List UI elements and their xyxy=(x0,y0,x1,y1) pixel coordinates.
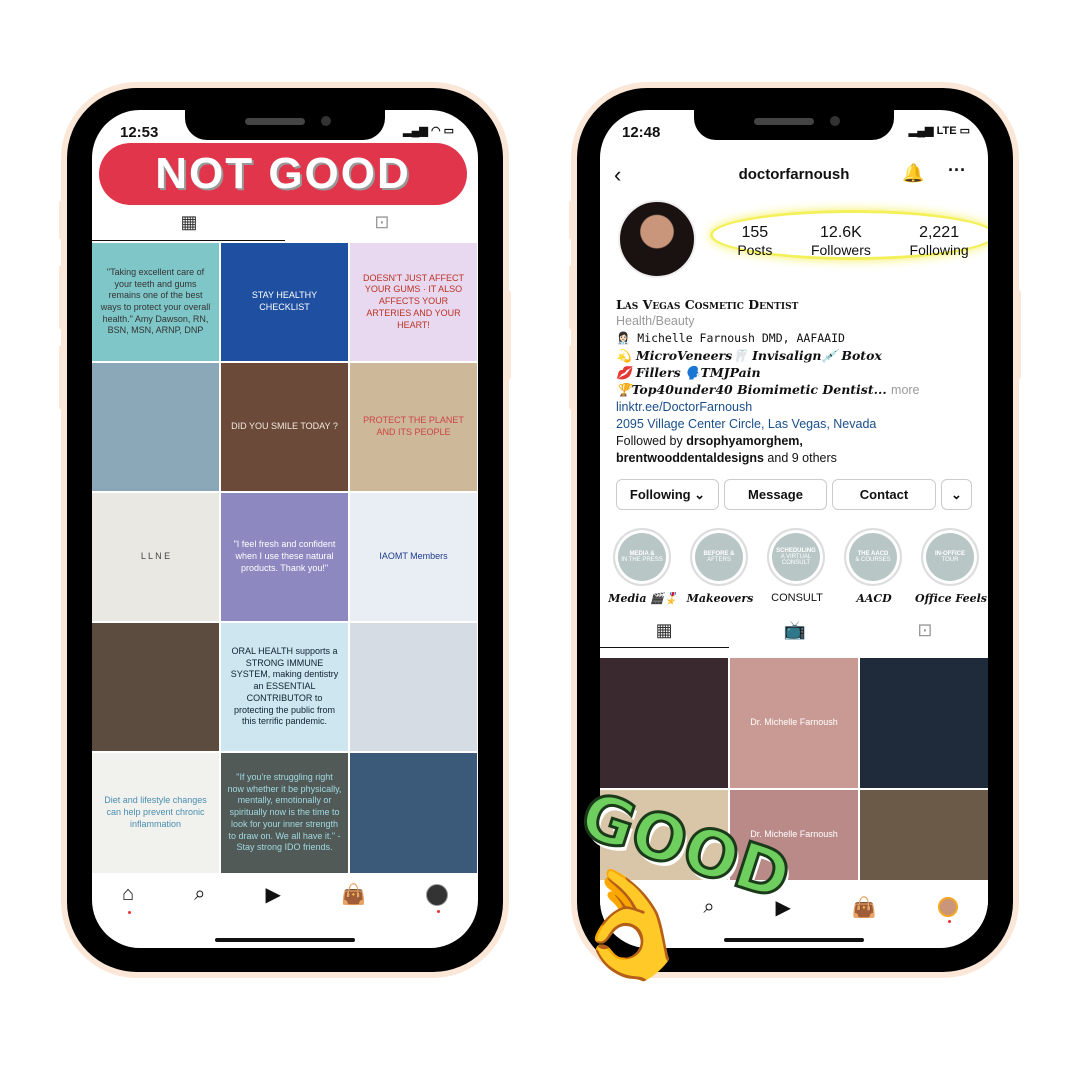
highlight-label: AACD xyxy=(856,592,892,605)
post-thumbnail[interactable] xyxy=(92,363,219,491)
search-icon[interactable]: ⌕ xyxy=(194,883,205,906)
post-thumbnail[interactable]: "Taking excellent care of your teeth and… xyxy=(92,243,219,361)
phone-not-good: 12:53 ▂▄▆ ◠ ▭ NOT GOOD ▦ ⊡ "Taking excel… xyxy=(67,88,503,972)
post-thumbnail[interactable]: ORAL HEALTH supports a STRONG IMMUNE SYS… xyxy=(221,623,348,751)
post-text: "Taking excellent care of your teeth and… xyxy=(100,266,211,336)
post-text: DOESN'T JUST AFFECT YOUR GUMS · IT ALSO … xyxy=(363,272,464,330)
followed-by[interactable]: Followed by drsophyamorghem, brentwoodden… xyxy=(616,433,986,467)
status-time: 12:48 xyxy=(622,124,661,141)
post-thumbnail[interactable]: Diet and lifestyle changes can help prev… xyxy=(92,753,219,873)
story-highlight[interactable]: IN-OFFICE TOUR Office Feels xyxy=(915,528,987,605)
tagged-tab-icon[interactable]: ⊡ xyxy=(917,620,932,641)
profile-tabs: ▦ ⊡ xyxy=(92,212,478,233)
post-thumbnail[interactable]: L L N E xyxy=(92,493,219,621)
highlight-cover: THE AACD & COURSES xyxy=(844,528,902,586)
bio-line: 🏆Top40under40 Biomimetic Dentist... xyxy=(616,382,887,397)
highlight-cover: BEFORE & AFTERS xyxy=(690,528,748,586)
post-text: PROTECT THE PLANET AND ITS PEOPLE xyxy=(363,415,464,437)
bell-icon[interactable]: 🔔 xyxy=(902,163,924,184)
username: doctorfarnoush xyxy=(738,166,850,183)
story-highlight[interactable]: SCHEDULING A VIRTUAL CONSULT CONSULT xyxy=(767,528,827,604)
post-thumbnail[interactable]: Dr. Michelle Farnoush xyxy=(730,658,858,788)
avatar[interactable] xyxy=(618,200,696,278)
notch xyxy=(694,110,894,140)
notch xyxy=(185,110,385,140)
bio-line: 👩🏻‍⚕️ Michelle Farnoush DMD, AAFAAID xyxy=(616,331,845,345)
post-text: Dr. Michelle Farnoush xyxy=(750,717,838,728)
highlight-cover: IN-OFFICE TOUR xyxy=(921,528,979,586)
home-icon[interactable]: ⌂ xyxy=(122,883,134,914)
highlight-cover: SCHEDULING A VIRTUAL CONSULT xyxy=(767,528,825,586)
status-icons: ▂▄▆ ◠ ▭ xyxy=(403,125,454,137)
profile-avatar-icon[interactable] xyxy=(425,883,448,913)
home-indicator xyxy=(215,938,355,942)
grid-tab-icon[interactable]: ▦ xyxy=(180,212,197,233)
status-time: 12:53 xyxy=(120,124,159,141)
bottom-nav: ⌂ ⌕ ▶ 👜 xyxy=(92,882,478,914)
shop-icon[interactable]: 👜 xyxy=(852,895,877,920)
post-thumbnail[interactable]: "I feel fresh and confident when I use t… xyxy=(221,493,348,621)
active-tab-indicator xyxy=(600,647,729,648)
bio-category: Health/Beauty xyxy=(616,314,695,328)
story-highlight[interactable]: MEDIA & IN THE PRESS Media 🎬🎖️ xyxy=(608,528,678,605)
highlight-label: CONSULT xyxy=(771,592,823,604)
more-options-icon[interactable]: ··· xyxy=(948,160,966,181)
post-text: DID YOU SMILE TODAY ? xyxy=(231,421,338,432)
post-thumbnail[interactable] xyxy=(860,790,988,880)
post-text: ORAL HEALTH supports a STRONG IMMUNE SYS… xyxy=(230,646,339,727)
post-text: IAOMT Members xyxy=(379,551,448,562)
bio-line: 💫 MicroVeneers🦷 Invisalign💉 Botox xyxy=(616,348,882,363)
highlight-label: Office Feels xyxy=(915,592,987,605)
post-text: STAY HEALTHY CHECKLIST xyxy=(251,290,318,312)
post-thumbnail[interactable]: IAOMT Members xyxy=(350,493,477,621)
post-thumbnail[interactable]: "If you're struggling right now whether … xyxy=(221,753,348,873)
more-link[interactable]: more xyxy=(891,383,919,397)
highlight-label: Media 🎬🎖️ xyxy=(608,592,678,605)
igtv-tab-icon[interactable]: 📺 xyxy=(784,620,806,641)
suggested-button[interactable]: ⌄ xyxy=(941,479,972,510)
screen: 12:53 ▂▄▆ ◠ ▭ NOT GOOD ▦ ⊡ "Taking excel… xyxy=(92,110,478,948)
highlight-label: Makeovers xyxy=(686,592,754,605)
grid-tab-icon[interactable]: ▦ xyxy=(656,620,673,641)
post-thumbnail[interactable]: STAY HEALTHY CHECKLIST xyxy=(221,243,348,361)
post-thumbnail[interactable] xyxy=(600,658,728,788)
reels-icon[interactable]: ▶ xyxy=(265,882,280,907)
post-text: "I feel fresh and confident when I use t… xyxy=(233,539,336,573)
post-text: "If you're struggling right now whether … xyxy=(227,772,342,853)
bio-link[interactable]: linktr.ee/DoctorFarnoush xyxy=(616,399,986,416)
stat-posts[interactable]: 155 Posts xyxy=(737,224,772,258)
story-highlight[interactable]: THE AACD & COURSES AACD xyxy=(844,528,904,605)
bio-name: Las Vegas Cosmetic Dentist xyxy=(616,297,799,312)
profile-avatar-icon[interactable] xyxy=(937,897,958,923)
post-thumbnail[interactable]: DOESN'T JUST AFFECT YOUR GUMS · IT ALSO … xyxy=(350,243,477,361)
message-button[interactable]: Message xyxy=(724,479,827,510)
post-thumbnail[interactable] xyxy=(92,623,219,751)
profile-tabs: ▦ 📺 ⊡ xyxy=(600,620,988,641)
profile-stats: 155 Posts 12.6K Followers 2,221 Following xyxy=(718,224,988,258)
post-thumbnail[interactable]: DID YOU SMILE TODAY ? xyxy=(221,363,348,491)
post-thumbnail[interactable] xyxy=(350,623,477,751)
active-tab-indicator xyxy=(92,240,285,241)
stat-following[interactable]: 2,221 Following xyxy=(910,224,969,258)
contact-button[interactable]: Contact xyxy=(832,479,936,510)
post-thumbnail[interactable] xyxy=(350,753,477,873)
following-button[interactable]: Following ⌄ xyxy=(616,479,719,510)
bio-address[interactable]: 2095 Village Center Circle, Las Vegas, N… xyxy=(616,416,986,433)
post-thumbnail[interactable]: PROTECT THE PLANET AND ITS PEOPLE xyxy=(350,363,477,491)
bio-line: 💋 Fillers 🗣️TMJPain xyxy=(616,365,761,380)
good-sticker: 👌 GOOD xyxy=(544,777,800,1001)
highlight-cover: MEDIA & IN THE PRESS xyxy=(613,528,671,586)
post-text: L L N E xyxy=(140,551,171,562)
bio: Las Vegas Cosmetic Dentist Health/Beauty… xyxy=(616,296,986,467)
not-good-banner: NOT GOOD xyxy=(99,143,467,205)
stat-followers[interactable]: 12.6K Followers xyxy=(811,224,871,258)
tagged-tab-icon[interactable]: ⊡ xyxy=(374,212,389,233)
shop-icon[interactable]: 👜 xyxy=(341,882,366,907)
status-icons: ▂▄▆ LTE ▭ xyxy=(908,125,970,137)
post-thumbnail[interactable] xyxy=(860,658,988,788)
story-highlight[interactable]: BEFORE & AFTERS Makeovers xyxy=(687,528,753,605)
post-text: Diet and lifestyle changes can help prev… xyxy=(104,795,207,829)
